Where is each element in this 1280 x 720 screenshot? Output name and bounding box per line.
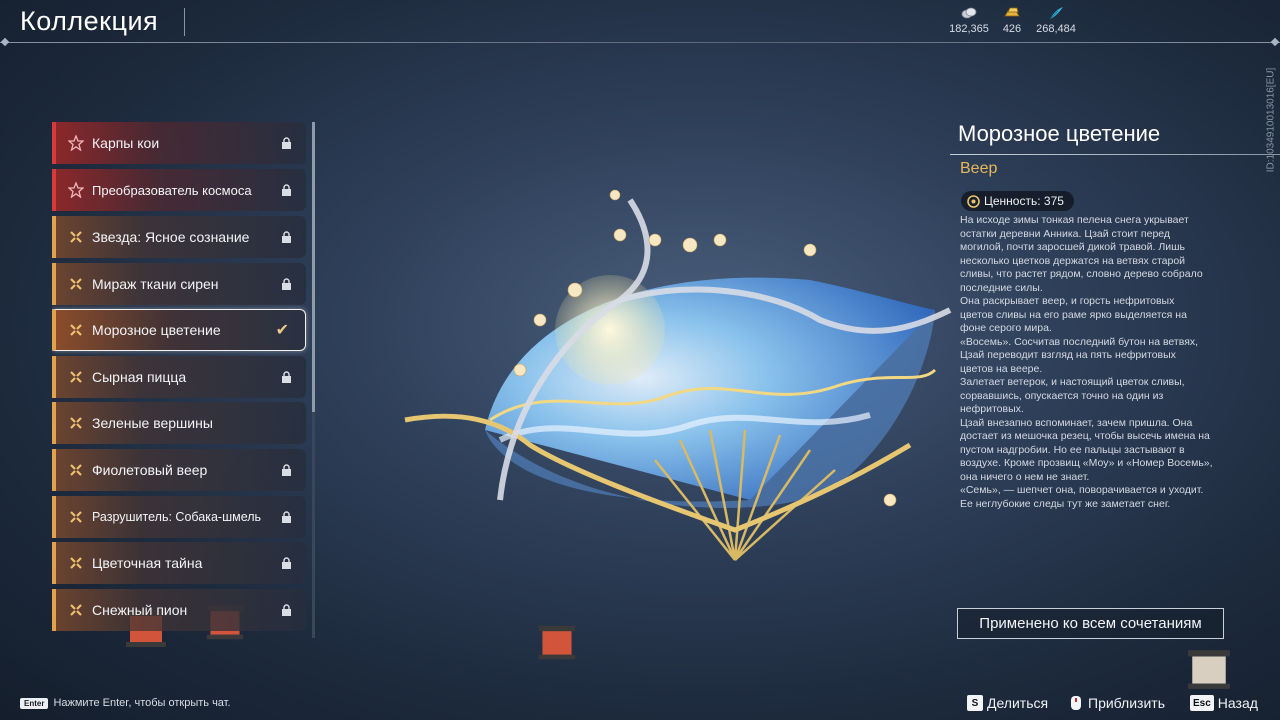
currency-gold-amount: 426 xyxy=(1002,23,1022,35)
collection-item-label: Снежный пион xyxy=(92,602,188,618)
lock-icon xyxy=(282,370,291,383)
lock-icon xyxy=(282,556,291,569)
back-button[interactable]: Esc Назад xyxy=(1190,695,1258,711)
lock-icon xyxy=(282,510,291,523)
gold-rarity-icon xyxy=(70,604,82,616)
checkmark-icon: ✔ xyxy=(275,322,289,339)
item-description: На исходе зимы тонкая пелена снега укрыв… xyxy=(960,214,1213,510)
esc-key-icon: Esc xyxy=(1190,695,1214,711)
collection-item[interactable]: Звезда: Ясное сознание xyxy=(52,216,306,258)
page-title: Коллекция xyxy=(20,6,159,36)
gold-rarity-icon xyxy=(70,417,82,429)
collection-item[interactable]: Разрушитель: Собака-шмель xyxy=(52,496,306,538)
gold-rarity-icon xyxy=(70,278,82,290)
collection-item-label: Карпы кои xyxy=(92,135,160,151)
star-rarity-icon xyxy=(68,135,84,151)
header-line-ornament-left xyxy=(0,37,10,47)
collection-item-selected[interactable]: Морозное цветение ✔ xyxy=(52,309,306,351)
value-coin-icon xyxy=(967,194,980,208)
collection-item[interactable]: Снежный пион xyxy=(52,589,306,631)
collection-item-label: Преобразователь космоса xyxy=(92,182,252,198)
star-rarity-icon xyxy=(68,182,84,198)
player-id: ID:1034910013016[EU] xyxy=(1264,60,1278,180)
chat-hint-text: Нажмите Enter, чтобы открыть чат. xyxy=(53,697,231,709)
gold-rarity-icon xyxy=(70,557,82,569)
gold-rarity-icon xyxy=(70,231,82,243)
currency-feather-amount: 268,484 xyxy=(1036,23,1076,35)
zoom-label: Приблизить xyxy=(1088,695,1165,711)
chat-hint: Enter Нажмите Enter, чтобы открыть чат. xyxy=(20,697,231,709)
collection-item-label: Мираж ткани сирен xyxy=(92,276,219,292)
applied-to-all-button[interactable]: Применено ко всем сочетаниям xyxy=(957,608,1224,639)
lock-icon xyxy=(282,183,291,196)
lock-icon xyxy=(282,230,291,243)
collection-item-label: Морозное цветение xyxy=(92,322,221,338)
item-name: Морозное цветение xyxy=(958,121,1161,146)
back-label: Назад xyxy=(1217,695,1258,711)
collection-item-label: Звезда: Ясное сознание xyxy=(92,229,250,245)
collection-item[interactable]: Сырная пицца xyxy=(52,356,306,398)
gold-bars-icon xyxy=(1004,7,1020,17)
collection-item-label: Сырная пицца xyxy=(92,369,187,385)
collection-item-label: Цветочная тайна xyxy=(92,555,203,571)
mouse-icon xyxy=(1071,696,1081,710)
collection-item-label: Зеленые вершины xyxy=(92,415,213,431)
collection-item[interactable]: Карпы кои xyxy=(52,122,306,164)
lantern-icon xyxy=(1188,650,1230,689)
collection-item[interactable]: Фиолетовый веер xyxy=(52,449,306,491)
list-scrollbar[interactable] xyxy=(312,122,315,638)
lock-icon xyxy=(282,136,291,149)
share-button[interactable]: S Делиться xyxy=(967,695,1048,711)
header-underline xyxy=(0,42,1280,43)
collection-item[interactable]: Цветочная тайна xyxy=(52,542,306,584)
enter-key-icon: Enter xyxy=(20,697,49,709)
title-divider xyxy=(184,8,185,36)
gold-rarity-icon xyxy=(70,324,82,336)
lock-icon xyxy=(282,603,291,616)
lantern-icon xyxy=(538,625,576,660)
collection-item[interactable]: Преобразователь космоса xyxy=(52,169,306,211)
gold-rarity-icon xyxy=(70,511,82,523)
fan-artwork xyxy=(404,189,952,561)
zoom-button[interactable]: Приблизить xyxy=(1068,695,1165,711)
item-name-underline xyxy=(950,154,1280,155)
gold-rarity-icon xyxy=(70,464,82,476)
collection-list: Карпы кои Преобразователь космоса Звезда… xyxy=(52,120,314,640)
list-scrollbar-thumb[interactable] xyxy=(312,122,315,412)
silver-coins-icon xyxy=(961,7,977,19)
gold-rarity-icon xyxy=(70,371,82,383)
top-bar: Коллекция 182,365 426 268,484 xyxy=(0,0,1280,47)
collection-item[interactable]: Мираж ткани сирен xyxy=(52,263,306,305)
share-label: Делиться xyxy=(987,695,1049,711)
currency-feather: 268,484 xyxy=(1026,6,1086,35)
s-key-icon: S xyxy=(967,695,983,711)
collection-item-label: Фиолетовый веер xyxy=(92,462,208,478)
lock-icon xyxy=(282,463,291,476)
blue-feather-icon xyxy=(1049,7,1063,20)
lock-icon xyxy=(282,277,291,290)
header-line-ornament-right xyxy=(1270,37,1280,47)
item-type: Веер xyxy=(960,160,998,177)
collection-item[interactable]: Зеленые вершины xyxy=(52,402,306,444)
collection-item-label: Разрушитель: Собака-шмель xyxy=(92,510,262,524)
value-badge: Ценность: 375 xyxy=(961,191,1074,211)
player-id-text: ID:1034910013016[EU] xyxy=(1265,67,1277,173)
value-label: Ценность: 375 xyxy=(984,194,1064,208)
